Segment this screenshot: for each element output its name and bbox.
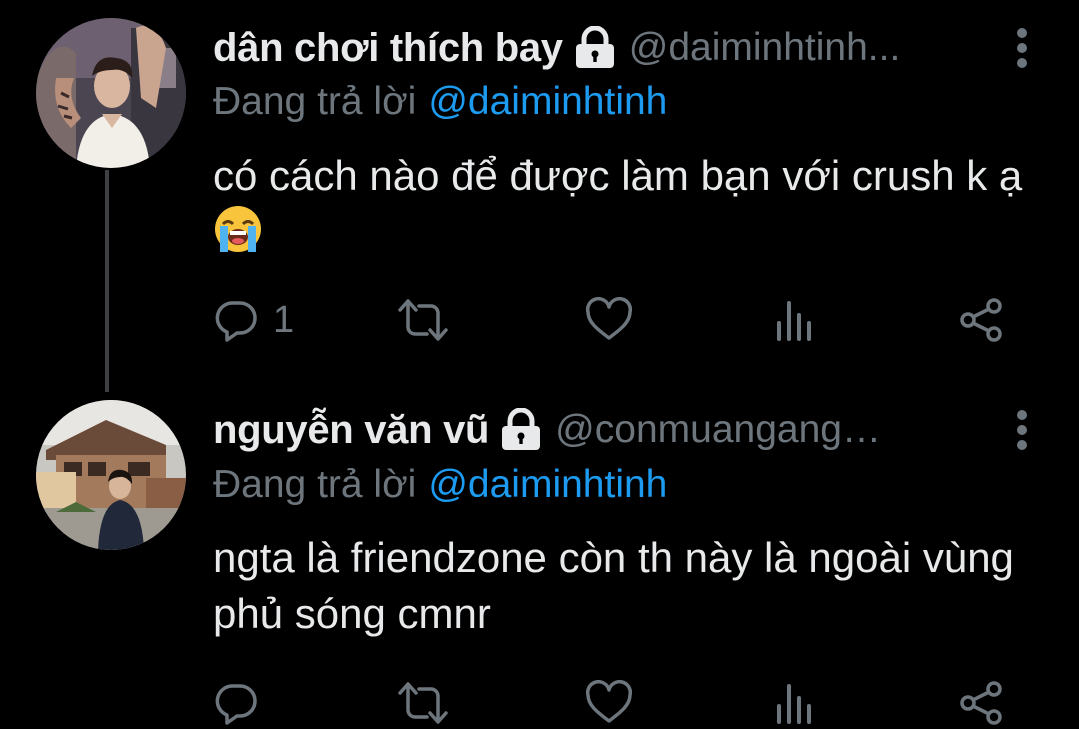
reply-button[interactable]: 1 (213, 292, 294, 348)
analytics-button[interactable] (775, 675, 815, 729)
share-button[interactable] (959, 292, 1005, 348)
more-options-icon[interactable] (1015, 408, 1029, 452)
replying-to-label: Đang trả lời (213, 463, 417, 506)
tweet-actions (213, 675, 1019, 729)
tweet-header: dân chơi thích bay @daiminhtinh... (213, 18, 1079, 78)
tweet-text: ngta là friendzone còn th này là ngoài v… (213, 530, 1053, 642)
reply-count: 1 (273, 298, 295, 341)
replying-to-label: Đang trả lời (213, 80, 417, 123)
avatar[interactable] (36, 18, 186, 168)
analytics-icon (777, 301, 811, 341)
tweet-body: có cách nào để được làm bạn với crush k … (213, 152, 1023, 199)
lock-icon (575, 26, 614, 68)
mention-link[interactable]: @daiminhtinh (428, 80, 667, 123)
tweet-text: có cách nào để được làm bạn với crush k … (213, 148, 1053, 260)
user-handle[interactable]: @conmuangangq... (555, 408, 895, 452)
reply-icon (215, 301, 257, 342)
reply-button[interactable] (213, 675, 273, 729)
reply-thread: dân chơi thích bay @daiminhtinh... Đang … (0, 0, 1079, 729)
retweet-icon (398, 299, 448, 341)
loudly-crying-face-icon (215, 206, 261, 252)
share-button[interactable] (959, 675, 1005, 729)
replying-to-line: Đang trả lời @daiminhtinh (213, 80, 667, 124)
analytics-icon (777, 684, 811, 724)
share-icon (960, 681, 1002, 725)
display-name[interactable]: dân chơi thích bay (213, 26, 563, 71)
like-button[interactable] (585, 292, 633, 348)
like-button[interactable] (585, 675, 633, 729)
lock-icon (502, 408, 541, 450)
retweet-icon (398, 682, 448, 724)
analytics-button[interactable] (775, 292, 815, 348)
like-icon (585, 680, 633, 723)
retweet-button[interactable] (397, 675, 449, 729)
user-handle[interactable]: @daiminhtinh... (629, 26, 901, 70)
tweet-actions: 1 (213, 292, 1019, 348)
thread-connector-line (105, 170, 109, 392)
tweet-body: ngta là friendzone còn th này là ngoài v… (213, 534, 1014, 637)
more-options-icon[interactable] (1015, 26, 1029, 70)
reply-icon (215, 684, 257, 725)
tweet-header: nguyễn văn vũ @conmuangangq... (213, 400, 1079, 460)
mention-link[interactable]: @daiminhtinh (428, 463, 667, 506)
share-icon (960, 298, 1002, 342)
retweet-button[interactable] (397, 292, 449, 348)
avatar[interactable] (36, 400, 186, 550)
like-icon (585, 297, 633, 340)
replying-to-line: Đang trả lời @daiminhtinh (213, 463, 667, 507)
display-name[interactable]: nguyễn văn vũ (213, 408, 489, 453)
